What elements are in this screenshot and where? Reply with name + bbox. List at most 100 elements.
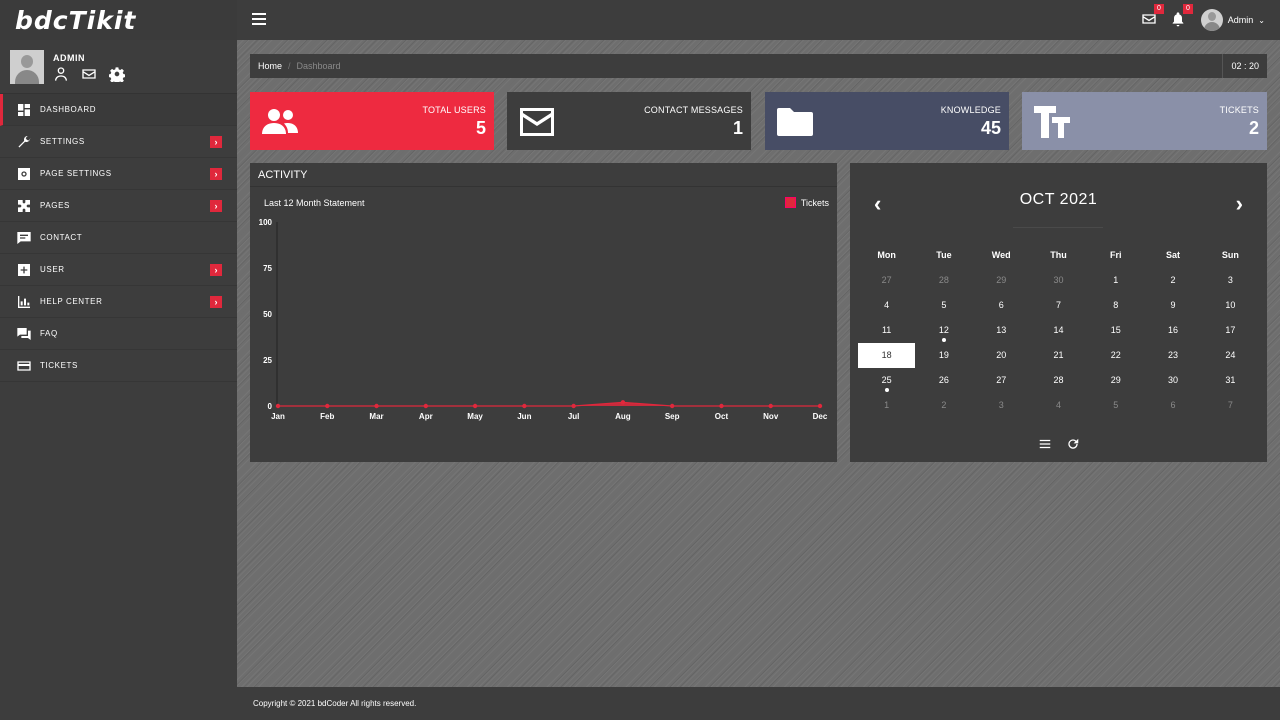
data-point xyxy=(472,403,478,409)
notification-count-badge: 0 xyxy=(1183,4,1193,14)
calendar-day[interactable]: 1 xyxy=(858,393,915,418)
calendar-day[interactable]: 30 xyxy=(1030,268,1087,293)
user-icon[interactable] xyxy=(53,66,69,82)
sidebar-item-faq[interactable]: FAQ xyxy=(0,318,237,350)
card-label: TOTAL USERS xyxy=(422,105,486,115)
sidebar-item-label: TICKETS xyxy=(40,361,78,370)
calendar-weekday: Thu xyxy=(1050,250,1067,260)
chevron-right-icon[interactable]: › xyxy=(210,296,222,308)
tickets-card[interactable]: TICKETS 2 xyxy=(1022,92,1267,150)
chevron-right-icon[interactable]: › xyxy=(210,264,222,276)
calendar-day[interactable]: 29 xyxy=(973,268,1030,293)
sidebar-item-contact[interactable]: CONTACT xyxy=(0,222,237,254)
knowledge-card[interactable]: KNOWLEDGE 45 xyxy=(765,92,1009,150)
calendar-day[interactable]: 27 xyxy=(973,368,1030,393)
x-tick-label: Nov xyxy=(763,412,779,421)
gear-icon[interactable] xyxy=(109,66,125,82)
calendar-day[interactable]: 15 xyxy=(1087,318,1144,343)
data-point xyxy=(571,403,576,409)
calendar-day[interactable]: 11 xyxy=(858,318,915,343)
calendar-day[interactable]: 28 xyxy=(1030,368,1087,393)
contact-messages-card[interactable]: CONTACT MESSAGES 1 xyxy=(507,92,751,150)
mail-button[interactable]: 0 xyxy=(1141,4,1164,29)
calendar-day-today[interactable]: 18 xyxy=(858,343,916,368)
sidebar-item-dashboard[interactable]: DASHBOARD xyxy=(0,94,237,126)
sidebar-item-settings[interactable]: SETTINGS › xyxy=(0,126,237,158)
notifications-button[interactable]: 0 xyxy=(1170,4,1193,29)
calendar-day[interactable]: 25 xyxy=(858,368,915,393)
calendar-weekday: Wed xyxy=(991,250,1011,260)
calendar-day[interactable]: 10 xyxy=(1202,293,1259,318)
data-point xyxy=(719,403,724,409)
calendar-day[interactable]: 23 xyxy=(1144,343,1201,368)
x-tick-label: Oct xyxy=(715,412,729,421)
app-logo[interactable]: bdcTikit xyxy=(0,0,237,40)
sidebar-item-page-settings[interactable]: PAGE SETTINGS › xyxy=(0,158,237,190)
clock: 02 : 20 xyxy=(1222,54,1267,78)
envelope-icon[interactable] xyxy=(81,66,97,82)
y-tick-label: 0 xyxy=(268,402,273,411)
calendar-day[interactable]: 19 xyxy=(915,343,972,368)
calendar-day[interactable]: 8 xyxy=(1087,293,1144,318)
calendar-day[interactable]: 1 xyxy=(1087,268,1144,293)
calendar-day[interactable]: 26 xyxy=(915,368,972,393)
chevron-right-icon[interactable]: › xyxy=(210,136,222,148)
calendar-day[interactable]: 5 xyxy=(915,293,972,318)
calendar-day[interactable]: 7 xyxy=(1030,293,1087,318)
refresh-icon xyxy=(1067,438,1078,449)
calendar-week-row: 27 28 29 30 1 2 3 xyxy=(858,268,1259,293)
calendar-day[interactable]: 4 xyxy=(858,293,915,318)
hamburger-menu-icon[interactable] xyxy=(252,13,266,27)
calendar-day[interactable]: 7 xyxy=(1202,393,1259,418)
y-tick-label: 50 xyxy=(263,310,272,319)
cog-box-icon xyxy=(18,167,30,180)
calendar-day[interactable]: 5 xyxy=(1087,393,1144,418)
calendar-day[interactable]: 28 xyxy=(915,268,972,293)
calendar-day[interactable]: 29 xyxy=(1087,368,1144,393)
calendar-day[interactable]: 6 xyxy=(973,293,1030,318)
calendar-month-title[interactable]: OCT 2021 xyxy=(850,191,1267,209)
chevron-right-icon[interactable]: › xyxy=(210,200,222,212)
calendar-day[interactable]: 14 xyxy=(1030,318,1087,343)
calendar-day[interactable]: 27 xyxy=(858,268,915,293)
sidebar-item-help-center[interactable]: HELP CENTER › xyxy=(0,286,237,318)
activity-panel: ACTIVITY Last 12 Month Statement Tickets… xyxy=(250,163,837,462)
sidebar-item-user[interactable]: USER › xyxy=(0,254,237,286)
calendar-day[interactable]: 16 xyxy=(1144,318,1201,343)
avatar[interactable] xyxy=(10,50,44,84)
calendar-day[interactable]: 2 xyxy=(915,393,972,418)
calendar-day[interactable]: 3 xyxy=(1202,268,1259,293)
calendar-day[interactable]: 20 xyxy=(973,343,1030,368)
calendar-day[interactable]: 3 xyxy=(973,393,1030,418)
calendar-day[interactable]: 6 xyxy=(1144,393,1201,418)
calendar-day[interactable]: 21 xyxy=(1030,343,1087,368)
calendar-day[interactable]: 24 xyxy=(1202,343,1259,368)
chevron-down-icon: ⌄ xyxy=(1258,15,1265,25)
data-point xyxy=(374,403,379,409)
calendar-week-row: 11 12 13 14 15 16 17 xyxy=(858,318,1259,343)
calendar-day[interactable]: 2 xyxy=(1144,268,1201,293)
calendar-day[interactable]: 4 xyxy=(1030,393,1087,418)
sidebar-item-tickets[interactable]: TICKETS xyxy=(0,350,237,382)
calendar-day[interactable]: 22 xyxy=(1087,343,1144,368)
copyright-text: Copyright © 2021 bdCoder All rights rese… xyxy=(253,699,417,708)
list-view-button[interactable] xyxy=(1038,437,1052,456)
x-tick-label: Mar xyxy=(369,412,383,421)
calendar-day[interactable]: 9 xyxy=(1144,293,1201,318)
calendar-week-row: 25 26 27 28 29 30 31 xyxy=(858,368,1259,393)
breadcrumb-home-link[interactable]: Home xyxy=(258,61,282,71)
calendar-day[interactable]: 30 xyxy=(1144,368,1201,393)
calendar-day[interactable]: 31 xyxy=(1202,368,1259,393)
total-users-card[interactable]: TOTAL USERS 5 xyxy=(250,92,494,150)
refresh-button[interactable] xyxy=(1066,437,1080,456)
sidebar-item-pages[interactable]: PAGES › xyxy=(0,190,237,222)
calendar-day[interactable]: 13 xyxy=(973,318,1030,343)
data-point xyxy=(620,400,626,405)
calendar-day[interactable]: 12 xyxy=(915,318,972,343)
calendar-weekday: Fri xyxy=(1110,250,1122,260)
calendar-week-row: 4 5 6 7 8 9 10 xyxy=(858,293,1259,318)
calendar-next-button[interactable]: › xyxy=(1236,191,1243,217)
calendar-day[interactable]: 17 xyxy=(1202,318,1259,343)
user-menu[interactable]: Admin ⌄ xyxy=(1200,9,1265,31)
chevron-right-icon[interactable]: › xyxy=(210,168,222,180)
